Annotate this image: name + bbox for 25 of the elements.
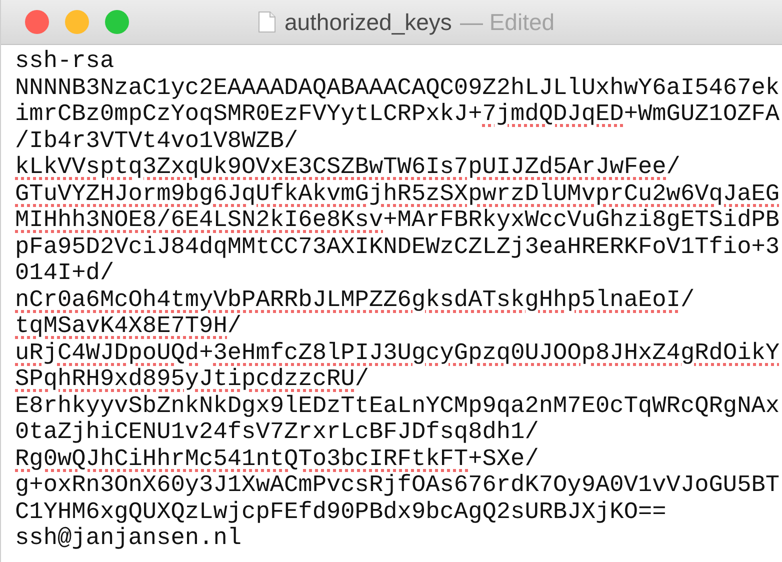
edited-status: — Edited: [460, 8, 555, 36]
text-line: NNNNB3NzaC1yc2EAAAADAQABAAACAQC09Z2hLJLlUxhwY6aI5467ek: [15, 76, 780, 102]
text-line: MIHhh3NOE8/6E4LSN2kI6e8Ksv+MArFBRkyxWccVuGhzi8gETSidPB: [15, 208, 780, 234]
text-line: /Ib4r3VTVt4vo1V8WZB/: [15, 128, 298, 155]
document-icon: [258, 11, 276, 33]
text-line: ssh@janjansen.nl: [15, 526, 242, 552]
text-line: SPqhRH9xd895yJtipcdzzcRU/: [15, 367, 369, 394]
text-line: nCr0a6McOh4tmyVbPARRbJLMPZZ6gksdATskgHhp5lnaEoI/: [15, 288, 695, 314]
zoom-button[interactable]: [105, 10, 129, 34]
text-line: tqMSavK4X8E7T9H/: [15, 314, 242, 340]
text-line: kLkVVsptq3ZxqUk9OVxE3CSZBwTW6Is7pUIJZd5ArJwFee/: [15, 155, 680, 182]
text-line: g+oxRn3OnX60y3J1XwACmPvcsRjfOAs676rdK7Oy9A0V1vVJoGU5BT: [15, 473, 780, 500]
text-line: ssh-rsa: [15, 49, 114, 76]
text-line: GTuVYZHJorm9bg6JqUfkAkvmGjhR5zSXpwrzDlUMvprCu2w6VqJaEG: [15, 182, 780, 208]
text-line: C1YHM6xgQUXQzLwjcpFEfd90PBdx9bcAgQ2sURBJXjKO==: [15, 500, 666, 526]
text-line: E8rhkyyvSbZnkNkDgx9lEDzTtEaLnYCMp9qa2nM7E0cTqWRcQRgNAx: [15, 394, 780, 420]
close-button[interactable]: [25, 10, 49, 34]
text-line: uRjC4WJDpoUQd+3eHmfcZ8lPIJ3UgcyGpzq0UJOOp8JHxZ4gRdOikY: [15, 340, 780, 367]
text-line: imrCBz0mpCzYoqSMR0EzFVYytLCRPxkJ+7jmdQDJqED+WmGUZ1OZFA: [15, 102, 780, 128]
text-line: 0taZjhiCENU1v24fsV7ZrxrLcBFJDfsq8dh1/: [15, 420, 539, 446]
text-line: 014I+d/: [15, 261, 114, 288]
text-line: Rg0wQJhCiHhrMc541ntQTo3bcIRFtkFT+SXe/: [15, 446, 539, 473]
window-title: authorized_keys: [284, 8, 452, 36]
minimize-button[interactable]: [65, 10, 89, 34]
text-line: pFa95D2VciJ84dqMMtCC73AXIKNDEWzCZLZj3eaHRERKFoV1Tfio+3: [15, 234, 780, 261]
